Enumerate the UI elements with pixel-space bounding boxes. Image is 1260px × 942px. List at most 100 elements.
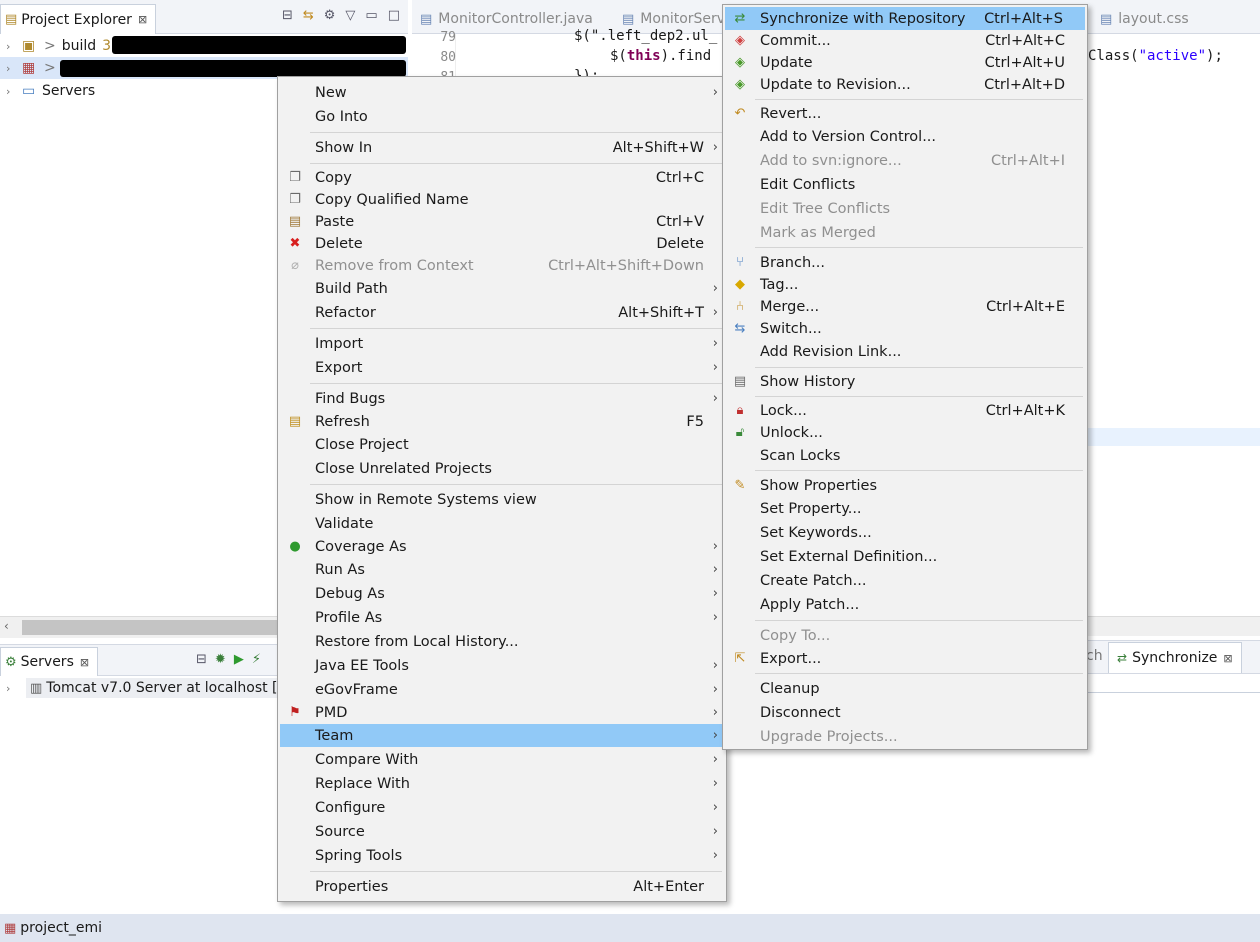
menu-item-show-in[interactable]: Show In Alt+Shift+W › [280, 136, 724, 159]
menu-item-edit-conflicts[interactable]: Edit Conflicts [725, 173, 1085, 196]
link-editor-icon[interactable]: ⇆ [303, 8, 314, 23]
scroll-left-icon[interactable]: ‹ [4, 619, 9, 633]
close-icon[interactable]: ⊠ [1223, 652, 1232, 665]
submenu-arrow-icon: › [712, 562, 718, 577]
menu-item-compare-with[interactable]: Compare With › [280, 748, 724, 771]
menu-item-switch[interactable]: ⇆ Switch... [725, 317, 1085, 340]
menu-item-export[interactable]: Export › [280, 356, 724, 379]
menu-item-profile-as[interactable]: Profile As › [280, 606, 724, 629]
menu-item-find-bugs[interactable]: Find Bugs › [280, 387, 724, 410]
menu-item-copy[interactable]: ❐ Copy Ctrl+C [280, 166, 724, 189]
menu-item-configure[interactable]: Configure › [280, 796, 724, 819]
maximize-icon[interactable]: □ [388, 8, 400, 23]
menu-item-label: Add to Version Control... [760, 128, 937, 145]
menu-item-label: Switch... [760, 320, 822, 337]
close-icon[interactable]: ⊠ [138, 13, 147, 26]
menu-item-synchronize[interactable]: ⇄ Synchronize with Repository Ctrl+Alt+S [725, 7, 1085, 30]
menu-item-apply-patch[interactable]: Apply Patch... [725, 593, 1085, 616]
menu-item-disconnect[interactable]: Disconnect [725, 701, 1085, 724]
code-text: $( [610, 48, 627, 64]
menu-item-create-patch[interactable]: Create Patch... [725, 569, 1085, 592]
menu-item-cleanup[interactable]: Cleanup [725, 677, 1085, 700]
menu-item-restore-local-history[interactable]: Restore from Local History... [280, 630, 724, 653]
menu-item-label: Update [760, 54, 813, 71]
collapse-all-icon[interactable]: ⊟ [196, 652, 207, 667]
menu-item-scan-locks[interactable]: Scan Locks [725, 444, 1085, 467]
menu-item-commit[interactable]: ◈ Commit... Ctrl+Alt+C [725, 29, 1085, 52]
menu-item-properties[interactable]: Properties Alt+Enter [280, 875, 724, 898]
menu-item-import[interactable]: Import › [280, 332, 724, 355]
filter-icon[interactable]: ⚙ [324, 8, 336, 23]
menu-item-egovframe[interactable]: eGovFrame › [280, 678, 724, 701]
menu-item-replace-with[interactable]: Replace With › [280, 772, 724, 795]
menu-item-refactor[interactable]: Refactor Alt+Shift+T › [280, 301, 724, 324]
tree-item-build[interactable]: › ▣ > build 3 [0, 35, 408, 57]
menu-item-show-properties[interactable]: ✎ Show Properties [725, 474, 1085, 497]
menu-item-shortcut: Alt+Shift+T [618, 304, 704, 321]
collapse-all-icon[interactable]: ⊟ [282, 8, 293, 23]
menu-item-label: Apply Patch... [760, 596, 860, 613]
expand-arrow-icon[interactable]: › [6, 40, 18, 53]
menu-item-spring-tools[interactable]: Spring Tools › [280, 844, 724, 867]
menu-item-add-to-version-control[interactable]: Add to Version Control... [725, 125, 1085, 148]
menu-item-debug-as[interactable]: Debug As › [280, 582, 724, 605]
menu-separator [310, 328, 722, 329]
expand-arrow-icon[interactable]: › [6, 85, 18, 98]
menu-item-revert[interactable]: ↶ Revert... [725, 102, 1085, 125]
menu-item-lock[interactable]: 🔒︎ Lock... Ctrl+Alt+K [725, 399, 1085, 422]
menu-item-delete[interactable]: ✖ Delete Delete [280, 232, 724, 255]
line-number: 79 [440, 30, 456, 45]
tab-servers[interactable]: ⚙ Servers ⊠ [0, 647, 99, 676]
menu-item-run-as[interactable]: Run As › [280, 558, 724, 581]
view-menu-icon[interactable]: ▽ [345, 8, 355, 23]
menu-item-java-ee-tools[interactable]: Java EE Tools › [280, 654, 724, 677]
menu-item-update[interactable]: ◈ Update Ctrl+Alt+U [725, 51, 1085, 74]
menu-item-label: Go Into [315, 108, 368, 125]
menu-item-paste[interactable]: ▤ Paste Ctrl+V [280, 210, 724, 233]
menu-item-show-history[interactable]: ▤ Show History [725, 370, 1085, 393]
profile-server-icon[interactable]: ⚡ [252, 652, 261, 667]
menu-item-label: Team [315, 727, 354, 744]
menu-item-tag[interactable]: ◆ Tag... [725, 273, 1085, 296]
close-icon[interactable]: ⊠ [80, 656, 89, 669]
menu-item-set-keywords[interactable]: Set Keywords... [725, 521, 1085, 544]
menu-item-merge[interactable]: ⑃ Merge... Ctrl+Alt+E [725, 295, 1085, 318]
css-file-icon: ▤ [1100, 11, 1113, 27]
servers-icon: ⚙ [5, 654, 17, 670]
menu-item-branch[interactable]: ⑂ Branch... [725, 251, 1085, 274]
menu-item-build-path[interactable]: Build Path › [280, 277, 724, 300]
menu-item-unlock[interactable]: 🔓︎ Unlock... [725, 421, 1085, 444]
tab-synchronize[interactable]: ⇄ Synchronize ⊠ [1108, 642, 1242, 673]
menu-item-add-revision-link[interactable]: Add Revision Link... [725, 340, 1085, 363]
expand-arrow-icon[interactable]: › [6, 62, 18, 75]
menu-item-validate[interactable]: Validate [280, 512, 724, 535]
line-number: 80 [440, 50, 456, 65]
tab-partial[interactable]: ch [1086, 648, 1103, 664]
expand-arrow-icon[interactable]: › [6, 682, 18, 695]
editor-horizontal-scrollbar[interactable] [1088, 616, 1260, 636]
menu-item-team[interactable]: Team › [280, 724, 724, 747]
menu-item-show-remote-systems[interactable]: Show in Remote Systems view [280, 488, 724, 511]
menu-item-go-into[interactable]: Go Into [280, 105, 724, 128]
menu-item-pmd[interactable]: ⚑ PMD › [280, 701, 724, 724]
menu-item-copy-qualified-name[interactable]: ❐ Copy Qualified Name [280, 188, 724, 211]
menu-item-refresh[interactable]: ▤ Refresh F5 [280, 410, 724, 433]
menu-item-close-project[interactable]: Close Project [280, 433, 724, 456]
debug-server-icon[interactable]: ✹ [215, 652, 226, 667]
start-server-icon[interactable]: ▶ [234, 652, 244, 667]
minimize-icon[interactable]: ▭ [365, 8, 377, 23]
submenu-arrow-icon: › [712, 85, 718, 100]
tab-project-explorer[interactable]: ▤ Project Explorer ⊠ [0, 4, 157, 34]
menu-item-update-to-revision[interactable]: ◈ Update to Revision... Ctrl+Alt+D [725, 73, 1085, 96]
tab-layout-css[interactable]: ▤ layout.css [1100, 4, 1189, 34]
menu-item-label: Add to svn:ignore... [760, 152, 902, 169]
menu-item-set-property[interactable]: Set Property... [725, 497, 1085, 520]
menu-item-source[interactable]: Source › [280, 820, 724, 843]
menu-item-new[interactable]: New › [280, 81, 724, 104]
lock-icon: 🔒︎ [736, 403, 744, 418]
menu-item-set-external-definition[interactable]: Set External Definition... [725, 545, 1085, 568]
delete-icon: ✖ [289, 236, 301, 251]
menu-item-coverage-as[interactable]: ● Coverage As › [280, 535, 724, 558]
menu-item-close-unrelated-projects[interactable]: Close Unrelated Projects [280, 457, 724, 480]
menu-item-export-svn[interactable]: ⇱ Export... [725, 647, 1085, 670]
